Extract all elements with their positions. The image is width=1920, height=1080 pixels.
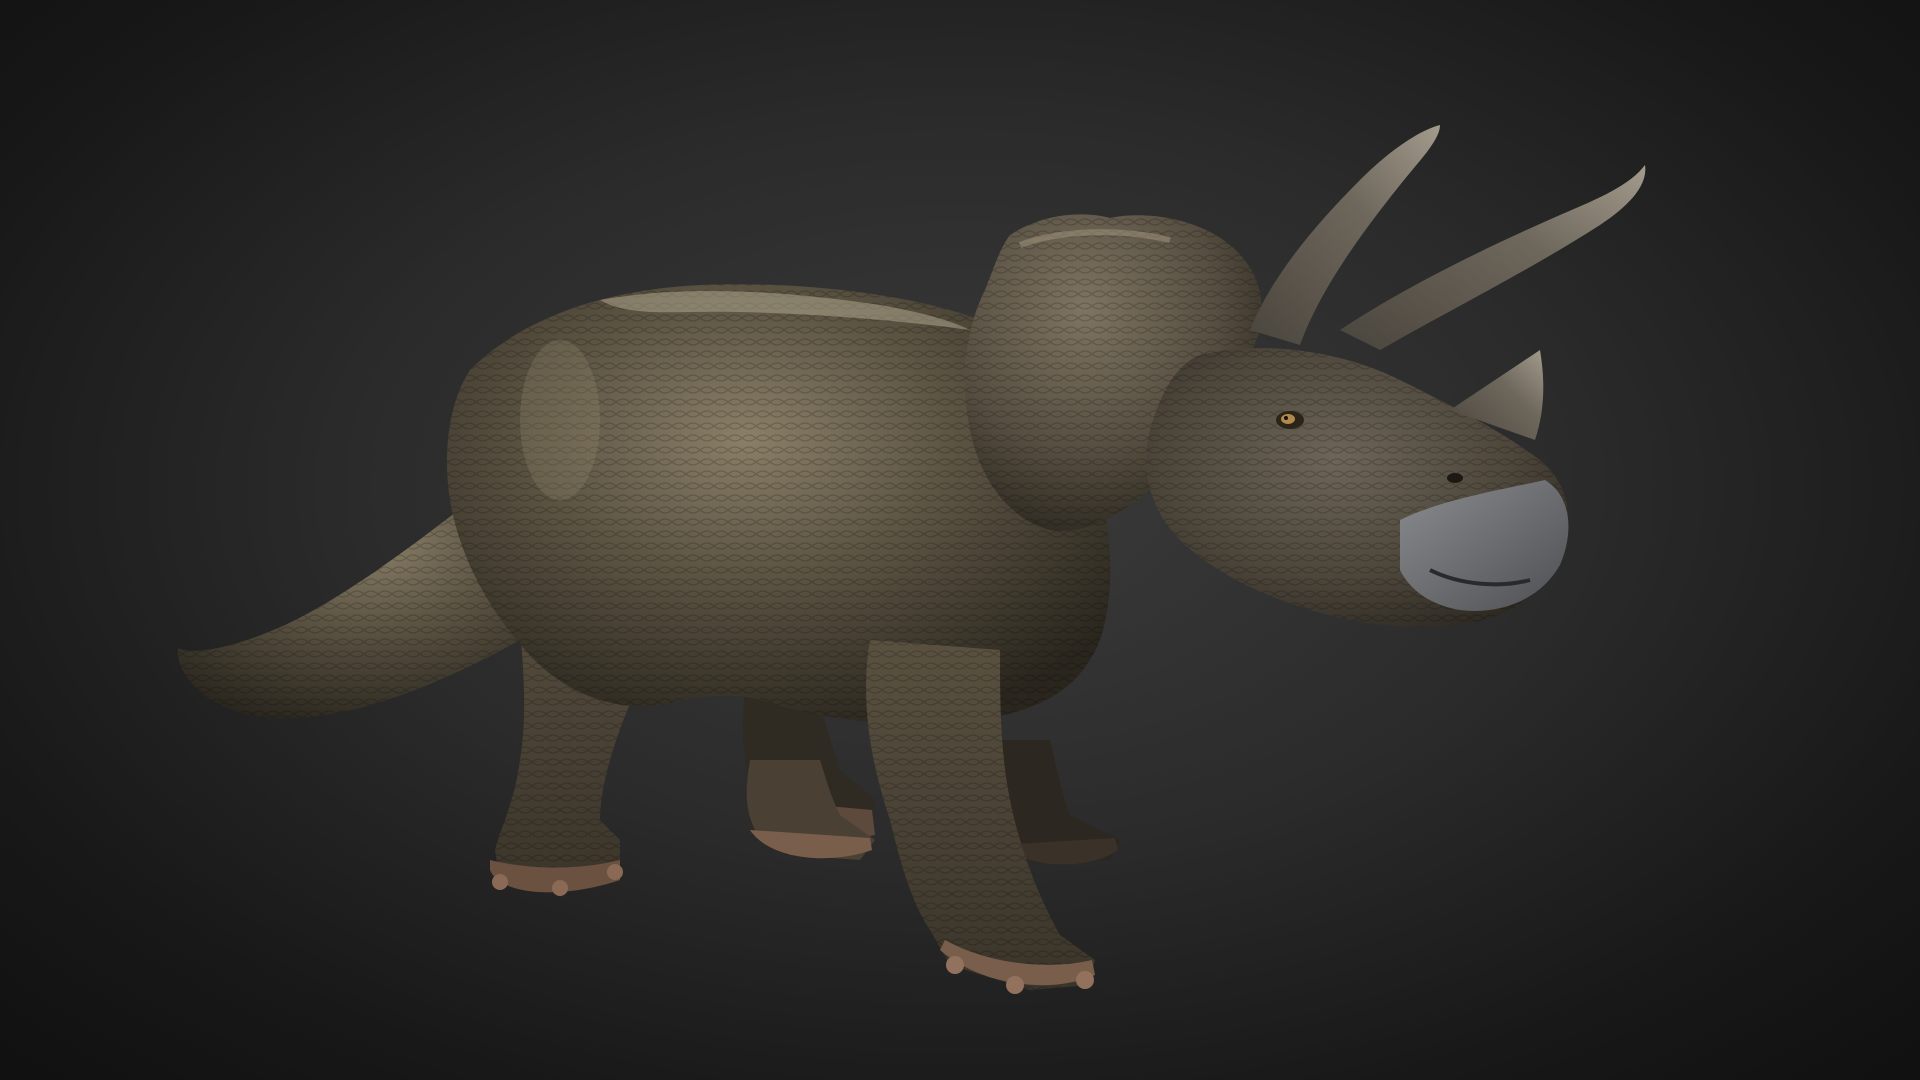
- nostril: [1447, 473, 1463, 483]
- eye: [1276, 411, 1304, 429]
- 3d-viewport[interactable]: [0, 0, 1920, 1080]
- model-scene: [177, 125, 1646, 994]
